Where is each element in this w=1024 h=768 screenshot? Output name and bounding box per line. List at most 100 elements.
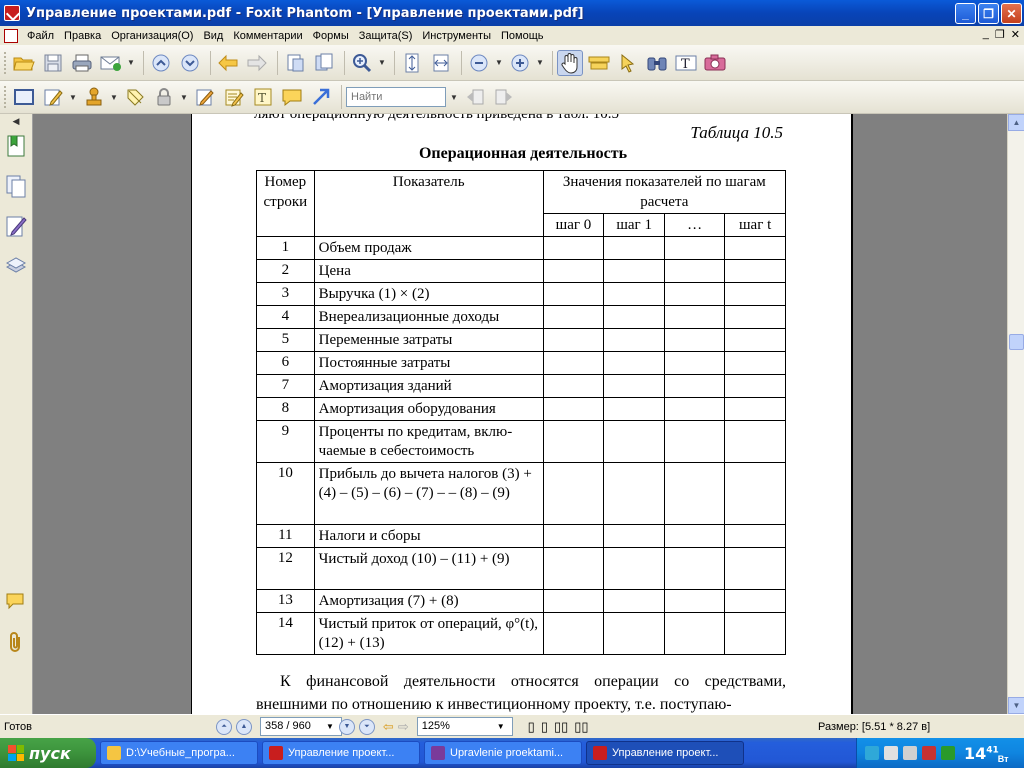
stamp-tool-button[interactable] [81,84,107,110]
forward-button[interactable] [244,50,270,76]
fit-width-button[interactable] [428,50,454,76]
edit-page-button[interactable] [192,84,218,110]
note-tool-button[interactable] [279,84,305,110]
edit-text-button[interactable] [221,84,247,110]
last-page-button[interactable]: ⏷ [358,718,375,735]
network-icon[interactable] [884,746,898,760]
hand-tool-button[interactable] [557,49,583,76]
find-button[interactable] [644,50,670,76]
zoom-in-dropdown-arrow[interactable]: ▼ [536,58,544,67]
foxit-app-icon[interactable] [4,5,20,21]
sidebar-pages-button[interactable] [3,173,29,199]
menu-edit[interactable]: Правка [59,30,106,42]
sidebar-collapse-arrow[interactable]: ◀ [0,114,32,127]
menu-view[interactable]: Вид [198,30,228,42]
print-button[interactable] [69,50,95,76]
forward-view-icon[interactable]: ⇨ [398,719,409,735]
email-dropdown-arrow[interactable]: ▼ [127,58,135,67]
scroll-down-button[interactable]: ▼ [1008,697,1024,714]
extract-page-button[interactable] [311,50,337,76]
select-tool-button[interactable] [615,50,641,76]
globe-icon[interactable] [865,746,879,760]
select-text-button[interactable] [586,50,612,76]
sidebar-comments-button[interactable] [3,589,29,615]
doc-minimize-button[interactable]: _ [983,28,989,41]
value-cell [663,351,726,375]
next-page-button[interactable] [177,50,203,76]
taskbar-item-pdf-2[interactable]: Управление проект... [586,741,744,765]
security-button[interactable] [151,84,177,110]
doc-close-button[interactable]: ✕ [1011,28,1020,41]
search-input[interactable] [346,87,446,107]
maximize-button[interactable]: ❐ [978,3,999,24]
back-button[interactable] [215,50,241,76]
save-button[interactable] [40,50,66,76]
zoom-dropdown-arrow[interactable]: ▼ [497,722,505,731]
menu-comments[interactable]: Комментарии [228,30,307,42]
pencil-dropdown-arrow[interactable]: ▼ [69,93,77,102]
taskbar-item-explorer[interactable]: D:\Учебные_програ... [100,741,258,765]
back-view-icon[interactable]: ⇦ [383,719,394,735]
sidebar-annotations-button[interactable] [3,213,29,239]
zoom-dropdown-arrow[interactable]: ▼ [378,58,386,67]
start-button[interactable]: пуск [0,738,96,768]
scroll-up-button[interactable]: ▲ [1008,114,1024,131]
minimize-button[interactable]: _ [955,3,976,24]
antivirus-icon[interactable] [941,746,955,760]
document-viewport[interactable]: ляют операционную деятельность приведена… [33,114,1007,714]
next-page-status-button[interactable]: ▼ [338,718,355,735]
zoom-out-dropdown-arrow[interactable]: ▼ [495,58,503,67]
previous-page-button[interactable]: ▲ [236,718,252,735]
language-flag-icon[interactable] [922,746,936,760]
email-button[interactable] [98,50,124,76]
single-page-view-icon[interactable]: ▯ [528,719,535,735]
prev-page-button[interactable] [148,50,174,76]
zoom-in-button[interactable] [507,50,533,76]
attach-tool-button[interactable] [122,84,148,110]
find-next-button[interactable] [491,84,517,110]
menu-protect[interactable]: Защита(S) [354,30,418,42]
toolbar-grip[interactable] [4,51,7,74]
stamp-dropdown-arrow[interactable]: ▼ [110,93,118,102]
sidebar-bookmarks-button[interactable] [3,133,29,159]
rectangle-tool-button[interactable] [11,84,37,110]
facing-view-icon[interactable]: ▯▯ [554,719,568,735]
find-previous-button[interactable] [462,84,488,110]
insert-page-button[interactable] [282,50,308,76]
scroll-thumb[interactable] [1009,334,1024,350]
volume-icon[interactable] [903,746,917,760]
toolbar-grip[interactable] [4,86,7,108]
zoom-tool-button[interactable] [349,50,375,76]
menu-organize[interactable]: Организация(O) [106,30,198,42]
printer-icon [72,54,92,71]
typewriter-button[interactable]: T [673,50,699,76]
search-dropdown-arrow[interactable]: ▼ [450,93,458,102]
page-dropdown-arrow[interactable]: ▼ [326,722,334,731]
pencil-tool-button[interactable] [40,84,66,110]
sidebar-attachments-button[interactable] [3,629,29,655]
clock[interactable]: 1441 [964,744,999,763]
sidebar-layers-button[interactable] [3,253,29,279]
snapshot-button[interactable] [702,50,728,76]
value-cell [603,305,665,329]
open-button[interactable] [11,50,37,76]
taskbar-item-pdf-1[interactable]: Управление проект... [262,741,420,765]
arrow-tool-button[interactable] [308,84,334,110]
continuous-view-icon[interactable]: ▯ [541,719,548,735]
taskbar-item-word[interactable]: Upravlenie proektami... [424,741,582,765]
text-tool-button[interactable]: T [250,84,276,110]
hand-icon [561,52,578,74]
fit-page-button[interactable] [399,50,425,76]
doc-restore-button[interactable]: ❐ [995,28,1005,41]
close-button[interactable]: ✕ [1001,3,1022,24]
security-dropdown-arrow[interactable]: ▼ [180,93,188,102]
vertical-scrollbar[interactable]: ▲ ▼ [1007,114,1024,714]
menu-file[interactable]: Файл [22,30,59,42]
document-icon[interactable] [4,28,18,43]
menu-tools[interactable]: Инструменты [417,30,496,42]
menu-forms[interactable]: Формы [308,30,354,42]
menu-help[interactable]: Помощь [496,30,549,42]
continuous-facing-view-icon[interactable]: ▯▯ [574,719,588,735]
zoom-out-button[interactable] [466,50,492,76]
first-page-button[interactable]: ⏶ [216,718,232,735]
